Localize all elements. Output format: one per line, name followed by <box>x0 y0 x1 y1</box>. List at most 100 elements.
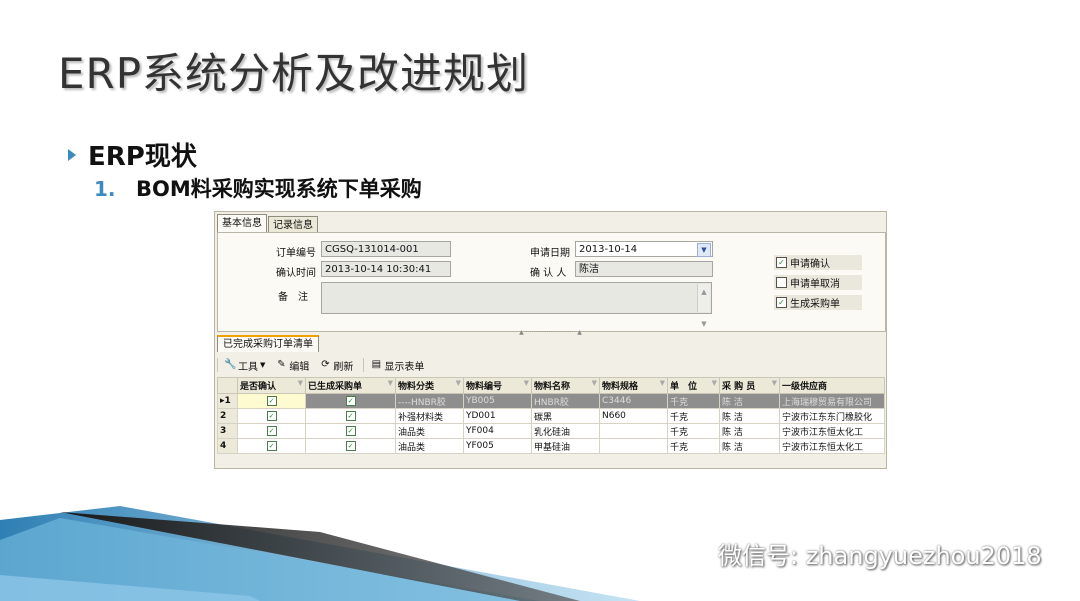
confirmed-cell[interactable]: ✓ <box>237 438 306 454</box>
unit-cell[interactable]: 千克 <box>667 438 720 454</box>
code-cell[interactable]: YF004 <box>463 423 532 439</box>
remark-scrollbar[interactable]: ▲ ▼ <box>697 284 710 328</box>
wechat-watermark: 微信号: zhangyuezhou2018 <box>668 536 1042 571</box>
row-index: ▸1 <box>217 393 238 409</box>
row-index: 2 <box>217 408 238 424</box>
order-no-field[interactable]: CGSQ-131014-001 <box>321 241 451 257</box>
table-row[interactable]: 2 ✓ ✓ 补强材料类 YD001 碳黑 N660 千克 陈 洁 宁波市江东东门… <box>217 408 885 424</box>
po-grid: 是否确认 ▼ 已生成采购单 ▼ 物料分类 ▼ 物料编号 ▼ 物料名称 ▼ 物料规格 ▼ 单 … <box>217 377 885 454</box>
buyer-cell[interactable]: 陈 洁 <box>719 423 780 439</box>
confirmed-cell[interactable]: ✓ <box>237 423 306 439</box>
code-cell[interactable]: YF005 <box>463 438 532 454</box>
spec-cell[interactable] <box>599 423 668 439</box>
category-cell[interactable]: ----HNBR胶 <box>395 393 464 409</box>
check-apply-cancel-label: 申请单取消 <box>790 279 840 290</box>
checkbox-icon[interactable]: ✓ <box>345 410 356 421</box>
buyer-cell[interactable]: 陈 洁 <box>719 393 780 409</box>
col-header-label: 是否确认 <box>240 382 277 392</box>
supplier-cell[interactable]: 宁波市江东东门橡胶化 <box>779 408 885 424</box>
spec-cell[interactable]: C3446 <box>599 393 668 409</box>
col-header[interactable]: 物料规格 ▼ <box>599 377 668 394</box>
col-header-label: 物料规格 <box>602 382 639 392</box>
generated-cell[interactable]: ✓ <box>305 438 396 454</box>
table-row[interactable]: ▸1 ✓ ✓ ----HNBR胶 YB005 HNBR胶 C3446 千克 陈 … <box>217 393 885 409</box>
col-header[interactable]: 一级供应商 <box>779 377 885 394</box>
table-row[interactable]: 4 ✓ ✓ 油品类 YF005 甲基硅油 千克 陈 洁 宁波市江东恒太化工 <box>217 438 885 454</box>
checkbox-icon[interactable] <box>776 277 787 288</box>
confirm-time-field[interactable]: 2013-10-14 10:30:41 <box>321 261 451 277</box>
toolbar-grip <box>217 358 218 372</box>
col-header-label: 已生成采购单 <box>308 382 363 392</box>
remark-field[interactable]: ▲ ▼ <box>321 282 712 328</box>
show-form-label: 显示表单 <box>384 361 425 373</box>
check-apply-confirm[interactable]: ✓ 申请确认 <box>774 255 862 270</box>
unit-cell[interactable]: 千克 <box>667 408 720 424</box>
name-cell[interactable]: 乳化硅油 <box>531 423 600 439</box>
tools-button[interactable]: 🔧 工具 ▼ <box>224 358 265 373</box>
col-header[interactable]: 物料名称 ▼ <box>531 377 600 394</box>
supplier-cell[interactable]: 宁波市江东恒太化工 <box>779 438 885 454</box>
tab-completed-po-list[interactable]: 已完成采购订单清单 <box>217 335 319 352</box>
tools-label: 工具 <box>238 361 258 373</box>
col-header[interactable]: 采 购 员 ▼ <box>719 377 780 394</box>
unit-cell[interactable]: 千克 <box>667 393 720 409</box>
code-cell[interactable]: YB005 <box>463 393 532 409</box>
col-header[interactable]: 物料编号 ▼ <box>463 377 532 394</box>
generated-cell[interactable]: ✓ <box>305 393 396 409</box>
buyer-cell[interactable]: 陈 洁 <box>719 438 780 454</box>
code-cell[interactable]: YD001 <box>463 408 532 424</box>
checkbox-icon[interactable]: ✓ <box>776 297 787 308</box>
apply-date-label: 申请日期 <box>530 248 570 259</box>
col-header[interactable]: 已生成采购单 ▼ <box>305 377 396 394</box>
name-cell[interactable]: 碳黑 <box>531 408 600 424</box>
unit-cell[interactable]: 千克 <box>667 423 720 439</box>
supplier-cell[interactable]: 宁波市江东恒太化工 <box>779 423 885 439</box>
check-gen-po-label: 生成采购单 <box>790 299 840 310</box>
check-apply-confirm-label: 申请确认 <box>790 259 830 270</box>
confirmer-field[interactable]: 陈洁 <box>575 261 713 277</box>
apply-date-field[interactable]: 2013-10-14 ▼ <box>575 241 713 257</box>
checkbox-icon[interactable]: ✓ <box>776 257 787 268</box>
check-gen-po[interactable]: ✓ 生成采购单 <box>774 295 862 310</box>
show-form-button[interactable]: ▤ 显示表单 <box>370 358 425 373</box>
confirmed-cell[interactable]: ✓ <box>237 393 306 409</box>
confirmed-cell[interactable]: ✓ <box>237 408 306 424</box>
checkbox-icon[interactable]: ✓ <box>266 410 277 421</box>
table-row[interactable]: 3 ✓ ✓ 油品类 YF004 乳化硅油 千克 陈 洁 宁波市江东恒太化工 <box>217 423 885 439</box>
check-apply-cancel[interactable]: 申请单取消 <box>774 275 862 290</box>
buyer-cell[interactable]: 陈 洁 <box>719 408 780 424</box>
col-header[interactable]: 物料分类 ▼ <box>395 377 464 394</box>
supplier-cell[interactable]: 上海瑞穆贸易有限公司 <box>779 393 885 409</box>
grid-header-row: 是否确认 ▼ 已生成采购单 ▼ 物料分类 ▼ 物料编号 ▼ 物料名称 ▼ 物料规格 ▼ 单 … <box>217 377 885 394</box>
bullet-level2: 1. BOM料采购实现系统下单采购 <box>94 173 422 203</box>
checkbox-icon[interactable]: ✓ <box>266 395 277 406</box>
name-cell[interactable]: 甲基硅油 <box>531 438 600 454</box>
checkbox-icon[interactable]: ✓ <box>266 440 277 451</box>
generated-cell[interactable]: ✓ <box>305 408 396 424</box>
checkbox-icon[interactable]: ✓ <box>345 425 356 436</box>
col-header[interactable]: 是否确认 ▼ <box>237 377 306 394</box>
category-cell[interactable]: 油品类 <box>395 438 464 454</box>
confirm-time-label: 确认时间 <box>276 268 316 279</box>
edit-label: 编辑 <box>289 361 310 373</box>
toolbar-separator <box>363 358 365 372</box>
category-cell[interactable]: 补强材料类 <box>395 408 464 424</box>
spec-cell[interactable] <box>599 438 668 454</box>
chevron-down-icon[interactable]: ▼ <box>697 243 711 257</box>
checkbox-icon[interactable]: ✓ <box>345 395 356 406</box>
refresh-button[interactable]: ⟳ 刷新 <box>319 358 353 373</box>
col-header[interactable]: 单 位 ▼ <box>667 377 720 394</box>
tab-basic-info[interactable]: 基本信息 <box>217 214 267 233</box>
checkbox-icon[interactable]: ✓ <box>345 440 356 451</box>
form-icon: ▤ <box>371 359 382 370</box>
name-cell[interactable]: HNBR胶 <box>531 393 600 409</box>
category-cell[interactable]: 油品类 <box>395 423 464 439</box>
spec-cell[interactable]: N660 <box>599 408 668 424</box>
bullet-level1-text: ERP现状 <box>88 142 197 172</box>
edit-button[interactable]: ✎ 编辑 <box>275 358 309 373</box>
generated-cell[interactable]: ✓ <box>305 423 396 439</box>
bullet-level1: ERP现状 <box>68 136 197 173</box>
row-index: 4 <box>217 438 238 454</box>
checkbox-icon[interactable]: ✓ <box>266 425 277 436</box>
refresh-label: 刷新 <box>333 361 354 373</box>
